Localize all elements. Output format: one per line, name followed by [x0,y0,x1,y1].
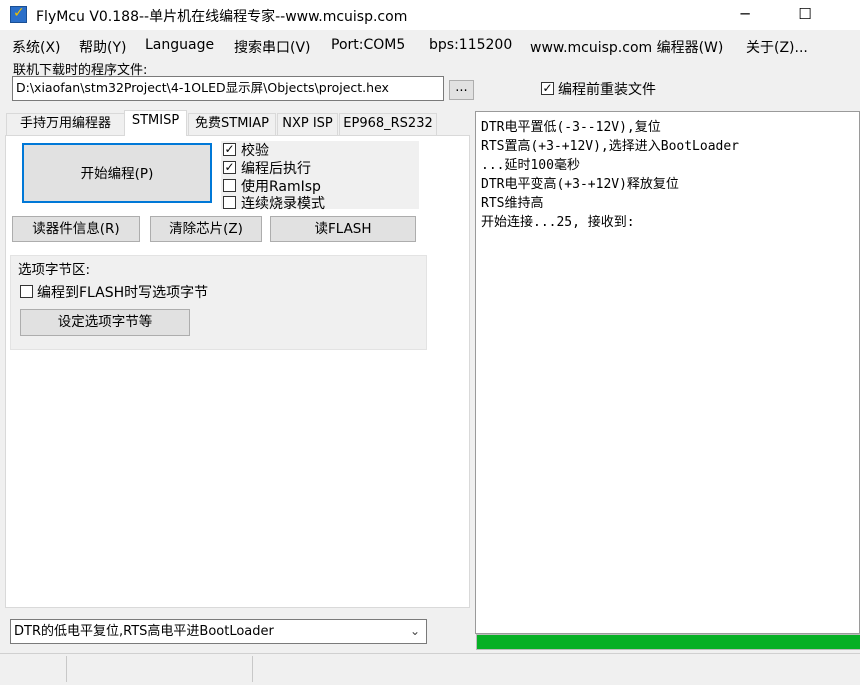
menu-port[interactable]: Port:COM5 [331,37,405,53]
app-icon [10,5,27,23]
status-divider [66,656,67,682]
continuous-burn-label: 连续烧录模式 [241,196,325,212]
menu-about[interactable]: 关于(Z)... [746,37,808,57]
continuous-burn-checkbox[interactable] [223,196,236,209]
log-line: RTS置高(+3-+12V),选择进入BootLoader [481,139,740,154]
tab-handheld-programmer[interactable]: 手持万用编程器 [6,113,125,135]
run-after-program-checkbox[interactable]: ✓ [223,161,236,174]
status-divider [252,656,253,682]
log-line: DTR电平变高(+3-+12V)释放复位 [481,177,679,192]
output-log[interactable]: DTR电平置低(-3--12V),复位 RTS置高(+3-+12V),选择进入B… [475,111,860,634]
verify-label: 校验 [241,143,269,159]
reload-before-program-label: 编程前重装文件 [558,82,656,98]
tab-ep968-rs232[interactable]: EP968_RS232 [339,113,437,135]
maximize-button[interactable]: ☐ [782,0,828,30]
chevron-down-icon[interactable]: ⌄ [404,620,426,643]
browse-file-button[interactable]: ... [449,80,474,100]
menu-baud-rate[interactable]: bps:115200 [429,37,512,53]
log-line: DTR电平置低(-3--12V),复位 [481,120,661,135]
menu-programmer[interactable]: www.mcuisp.com 编程器(W) [530,37,723,57]
use-ramisp-checkbox[interactable] [223,179,236,192]
progress-bar-fill [477,635,860,649]
window-title: FlyMcu V0.188--单片机在线编程专家--www.mcuisp.com [36,9,408,25]
tab-free-stmiap[interactable]: 免费STMIAP [188,113,276,135]
run-after-program-label: 编程后执行 [241,161,311,177]
write-option-bytes-label: 编程到FLASH时写选项字节 [37,285,209,301]
menu-help[interactable]: 帮助(Y) [79,37,126,57]
menu-search-port[interactable]: 搜索串口(V) [234,37,311,57]
read-flash-button[interactable]: 读FLASH [270,216,416,242]
tab-stmisp[interactable]: STMISP [124,110,187,136]
erase-chip-button[interactable]: 清除芯片(Z) [150,216,262,242]
reset-mode-select[interactable]: DTR的低电平复位,RTS高电平进BootLoader [10,619,427,644]
status-bar [0,653,860,685]
read-device-info-button[interactable]: 读器件信息(R) [12,216,140,242]
menu-bar: 系统(X) 帮助(Y) Language 搜索串口(V) Port:COM5 b… [0,34,860,56]
tab-nxp-isp[interactable]: NXP ISP [277,113,338,135]
write-option-bytes-checkbox[interactable] [20,285,33,298]
verify-checkbox[interactable]: ✓ [223,143,236,156]
menu-language[interactable]: Language [145,37,214,53]
option-bytes-title: 选项字节区: [18,262,91,278]
option-bytes-settings-button[interactable]: 设定选项字节等 [20,309,190,336]
menu-system[interactable]: 系统(X) [12,37,61,57]
log-line: 开始连接...25, 接收到: [481,215,635,230]
minimize-button[interactable]: ─ [722,0,768,30]
start-programming-button[interactable]: 开始编程(P) [22,143,212,203]
program-file-path-input[interactable]: D:\xiaofan\stm32Project\4-1OLED显示屏\Objec… [12,76,444,101]
log-line: ...延时100毫秒 [481,158,580,173]
log-line: RTS维持高 [481,196,544,211]
reload-before-program-checkbox[interactable]: ✓ [541,82,554,95]
